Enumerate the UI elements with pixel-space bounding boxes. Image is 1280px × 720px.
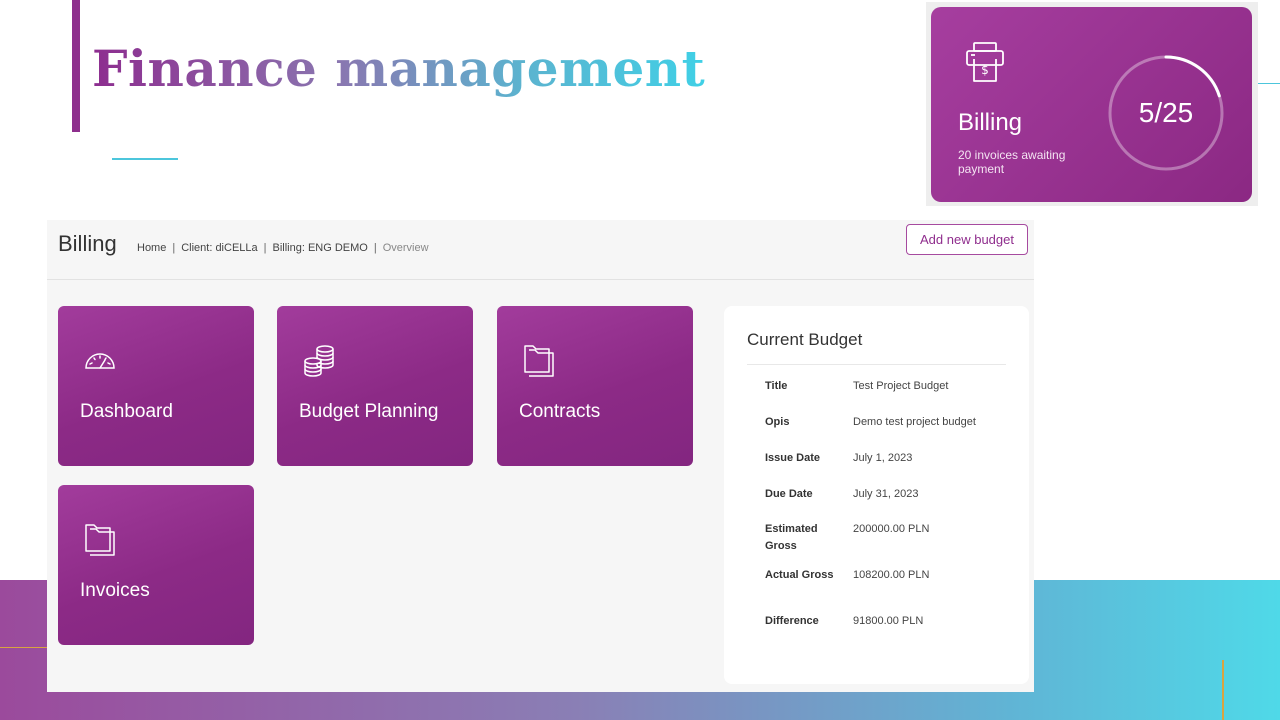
folder-icon <box>85 524 115 556</box>
title-accent-bar <box>72 0 80 132</box>
tile-label: Contracts <box>519 401 601 422</box>
field-label: Estimated Gross <box>765 523 818 552</box>
breadcrumb-current: Overview <box>382 242 429 254</box>
widget-title: Billing <box>958 109 1023 136</box>
tile-budget-planning[interactable]: Budget Planning <box>277 306 473 466</box>
breadcrumb-separator: | <box>373 242 377 254</box>
field-value: 200000.00 PLN <box>853 523 930 535</box>
field-value: Demo test project budget <box>853 416 976 428</box>
field-label: Title <box>765 380 788 392</box>
tile-label: Dashboard <box>80 401 173 422</box>
tile-invoices[interactable]: Invoices <box>58 485 254 645</box>
field-label: Difference <box>765 615 819 627</box>
field-value: 108200.00 PLN <box>853 569 930 581</box>
speedometer-icon <box>85 353 115 369</box>
progress-count: 5/25 <box>1138 97 1194 128</box>
decorative-line <box>0 647 47 648</box>
field-value: July 31, 2023 <box>853 488 919 500</box>
widget-subtitle: 20 invoices awaiting payment <box>958 148 1066 176</box>
breadcrumb-separator: | <box>263 242 267 254</box>
billing-widget[interactable]: $ Billing 20 invoices awaiting payment 5… <box>931 7 1252 202</box>
coins-icon <box>304 345 334 377</box>
tile-label: Budget Planning <box>299 401 439 422</box>
breadcrumb-billing[interactable]: Billing: ENG DEMO <box>273 242 368 254</box>
breadcrumb-home[interactable]: Home <box>137 242 166 254</box>
breadcrumb-client[interactable]: Client: diCELLa <box>181 242 257 254</box>
field-value: July 1, 2023 <box>853 452 913 464</box>
add-new-budget-button[interactable]: Add new budget <box>906 224 1028 255</box>
app-header: Billing Home | Client: diCELLa | Billing… <box>47 220 1034 280</box>
decorative-line <box>1222 660 1224 720</box>
invoice-printer-icon: $ <box>966 42 1004 82</box>
title-underline <box>112 158 178 160</box>
svg-text:$: $ <box>981 63 989 77</box>
divider <box>747 364 1006 365</box>
tile-dashboard[interactable]: Dashboard <box>58 306 254 466</box>
billing-app-window: Billing Home | Client: diCELLa | Billing… <box>47 220 1034 692</box>
slide-title: Finance management <box>92 36 705 102</box>
card-title: Current Budget <box>747 330 863 349</box>
breadcrumb-separator: | <box>172 242 176 254</box>
tile-label: Invoices <box>80 580 150 601</box>
folder-icon <box>524 345 554 377</box>
field-label: Due Date <box>765 488 813 500</box>
tile-contracts[interactable]: Contracts <box>497 306 693 466</box>
field-label: Opis <box>765 416 790 428</box>
page-title: Billing <box>58 231 117 256</box>
field-value: Test Project Budget <box>853 380 949 392</box>
field-label: Issue Date <box>765 452 821 464</box>
breadcrumb: Home | Client: diCELLa | Billing: ENG DE… <box>137 242 429 254</box>
current-budget-card: Current Budget Title Test Project Budget… <box>724 306 1029 684</box>
field-label: Actual Gross <box>765 569 834 581</box>
field-value: 91800.00 PLN <box>853 615 924 627</box>
